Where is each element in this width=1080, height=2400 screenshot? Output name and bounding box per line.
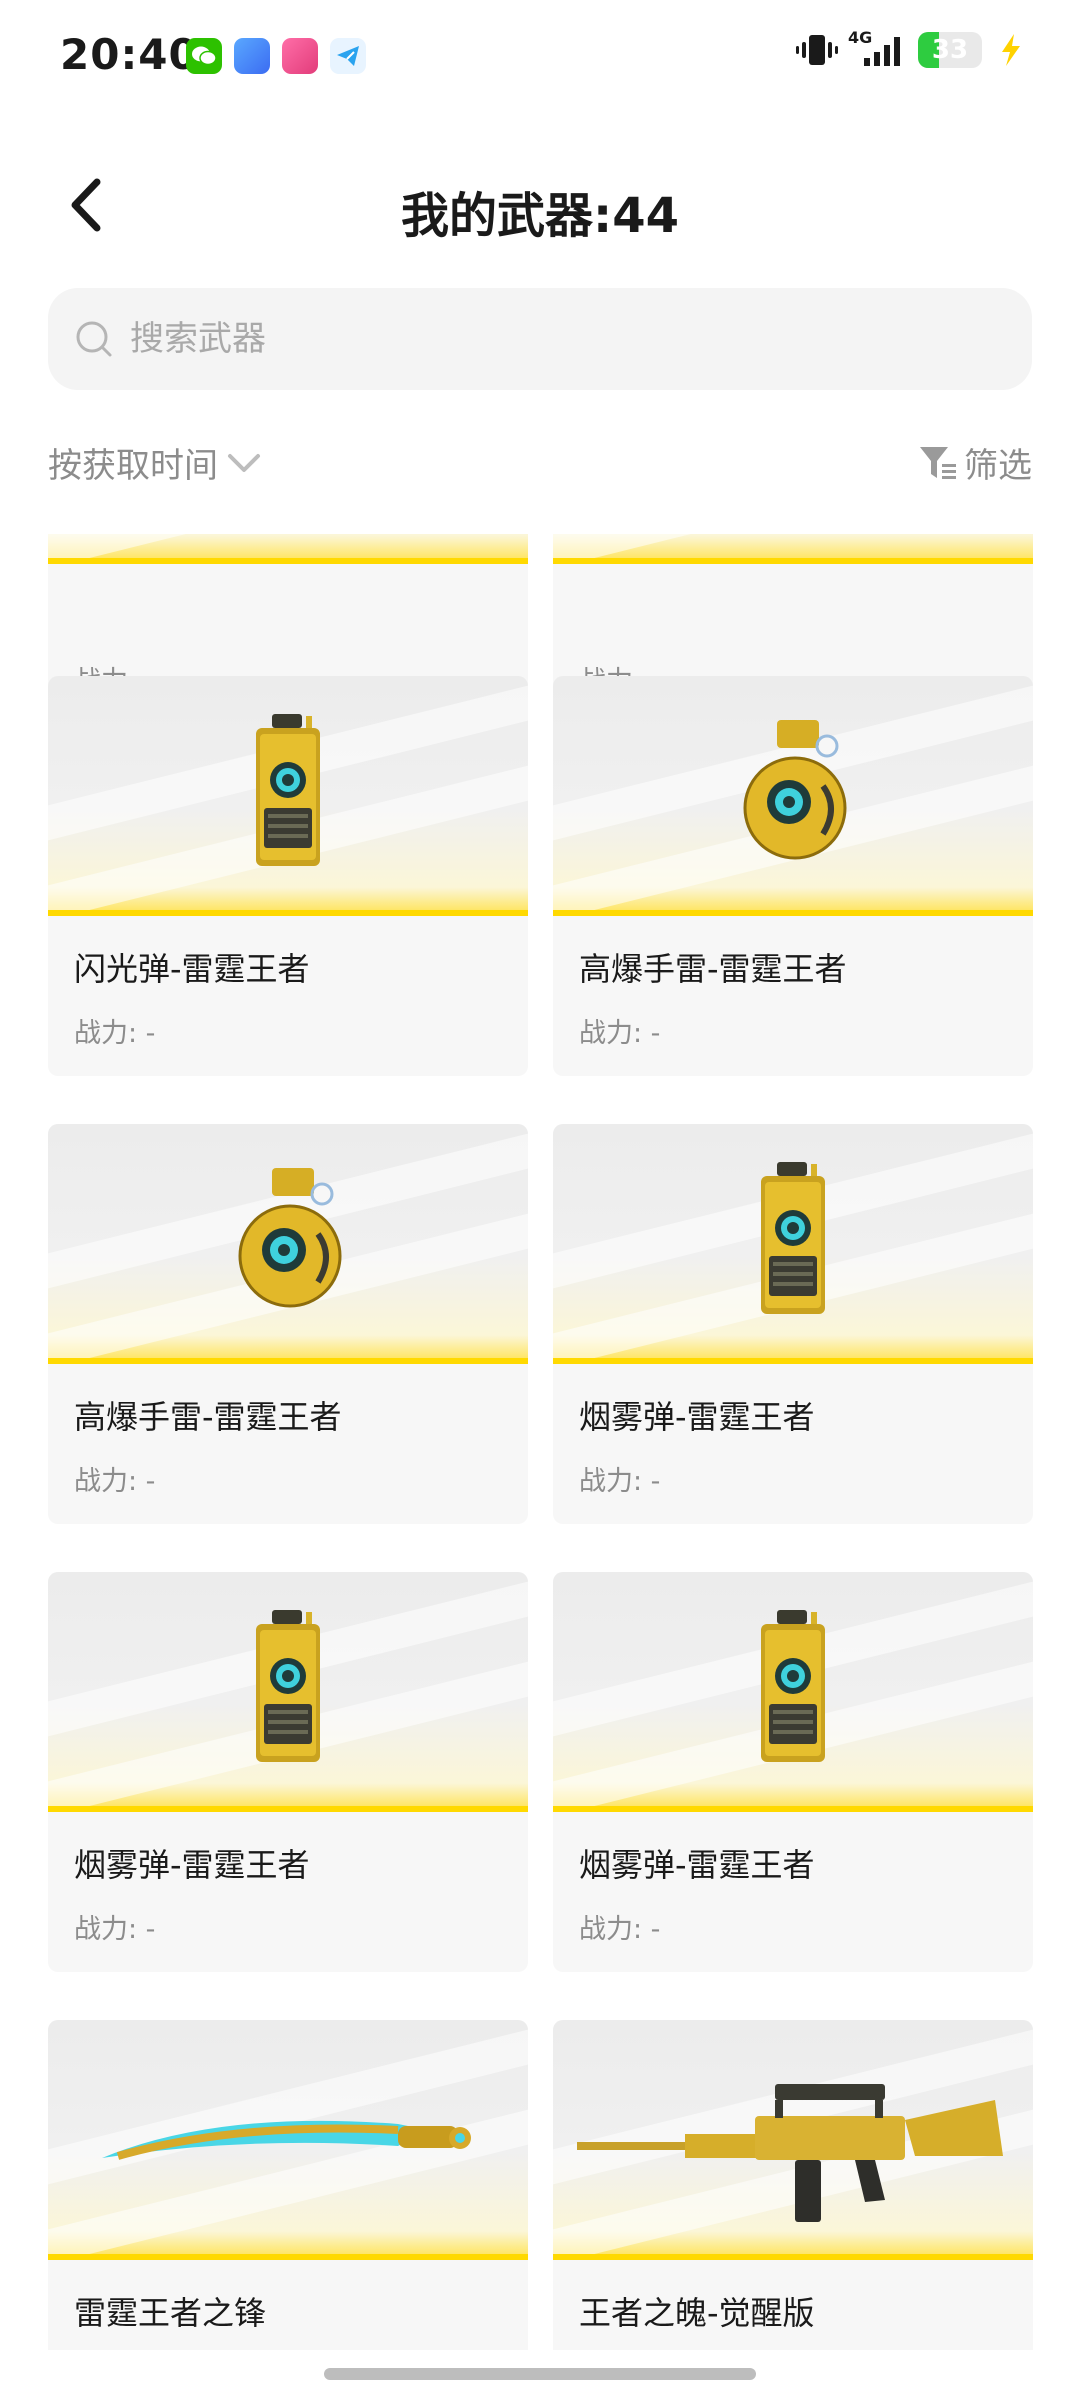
weapon-card[interactable]: 烟雾弹-雷霆王者战力: - (553, 1124, 1033, 1524)
battery-level: 33 (931, 35, 969, 65)
weapon-power: 战力: - (579, 1018, 661, 1049)
sort-filter-bar: 按获取时间 筛选 (48, 438, 1032, 498)
weapon-thumbnail (553, 2020, 1033, 2260)
weapon-name: 烟雾弹-雷霆王者 (74, 1846, 310, 1884)
weapon-image (761, 1610, 825, 1762)
notification-icons (186, 38, 366, 74)
weapon-power: 战力: - (74, 1466, 156, 1497)
weapon-name: 高爆手雷-雷霆王者 (74, 1398, 342, 1436)
sort-dropdown[interactable]: 按获取时间 (48, 438, 262, 487)
weapon-power: 战力: - (74, 1018, 156, 1049)
weapon-card[interactable]: 高爆手雷-雷霆王者战力: - (553, 676, 1033, 1076)
weapon-list: 战力: -战力: -闪光弹-雷霆王者战力: -高爆手雷-雷霆王者战力: -高爆手… (0, 534, 1080, 2350)
status-time: 20:40 (60, 30, 199, 79)
charging-icon (996, 32, 1026, 68)
search-bar[interactable] (48, 288, 1032, 390)
weapon-thumbnail (48, 2020, 528, 2260)
weapon-card[interactable]: 烟雾弹-雷霆王者战力: - (553, 1572, 1033, 1972)
weapon-thumbnail (553, 1572, 1033, 1812)
weapon-image (577, 2084, 1003, 2222)
search-input[interactable] (128, 318, 1012, 360)
weapon-power: 战力: - (74, 1914, 156, 1945)
weapon-name: 王者之魄-觉醒版 (579, 2294, 815, 2332)
vibrate-icon (794, 32, 840, 68)
status-bar: 20:40 4G 33 (0, 0, 1080, 116)
search-icon (72, 317, 116, 361)
weapon-thumbnail (553, 534, 1033, 564)
app-icon-blue (234, 38, 270, 74)
weapon-thumbnail (48, 676, 528, 916)
weapon-name: 闪光弹-雷霆王者 (74, 950, 310, 988)
weapon-card[interactable]: 高爆手雷-雷霆王者战力: - (48, 1124, 528, 1524)
weapon-thumbnail (553, 1124, 1033, 1364)
filter-button[interactable]: 筛选 (918, 438, 1032, 487)
weapon-name: 烟雾弹-雷霆王者 (579, 1846, 815, 1884)
page-title: 我的武器:44 (401, 188, 679, 244)
weapon-card[interactable]: 王者之魄-觉醒版 (553, 2020, 1033, 2350)
weapon-power: 战力: - (579, 1914, 661, 1945)
home-indicator[interactable] (324, 2368, 756, 2380)
chevron-down-icon (228, 453, 260, 472)
system-indicators: 4G 33 (794, 28, 1026, 68)
battery-indicator: 33 (918, 32, 982, 68)
telegram-icon (330, 38, 366, 74)
weapon-image (761, 1162, 825, 1314)
wechat-icon (186, 38, 222, 74)
weapon-name: 烟雾弹-雷霆王者 (579, 1398, 815, 1436)
signal-icon: 4G (848, 28, 904, 68)
weapon-image (743, 720, 847, 860)
filter-icon (920, 446, 956, 479)
weapon-thumbnail (48, 1572, 528, 1812)
weapon-name: 高爆手雷-雷霆王者 (579, 950, 847, 988)
weapon-card[interactable]: 雷霆王者之锋 (48, 2020, 528, 2350)
weapon-card[interactable]: 烟雾弹-雷霆王者战力: - (48, 1572, 528, 1972)
app-icon-pink (282, 38, 318, 74)
sort-label: 按获取时间 (48, 446, 218, 486)
filter-label: 筛选 (964, 446, 1032, 486)
weapon-thumbnail (48, 1124, 528, 1364)
weapon-power: 战力: - (579, 1466, 661, 1497)
weapon-image (256, 714, 320, 866)
weapon-name: 雷霆王者之锋 (74, 2294, 267, 2332)
weapon-image (256, 1610, 320, 1762)
weapon-card[interactable]: 闪光弹-雷霆王者战力: - (48, 676, 528, 1076)
weapon-image (238, 1168, 342, 1308)
page-header: 我的武器:44 (0, 150, 1080, 260)
weapon-thumbnail (553, 676, 1033, 916)
weapon-image (102, 2120, 471, 2160)
weapon-thumbnail (48, 534, 528, 564)
